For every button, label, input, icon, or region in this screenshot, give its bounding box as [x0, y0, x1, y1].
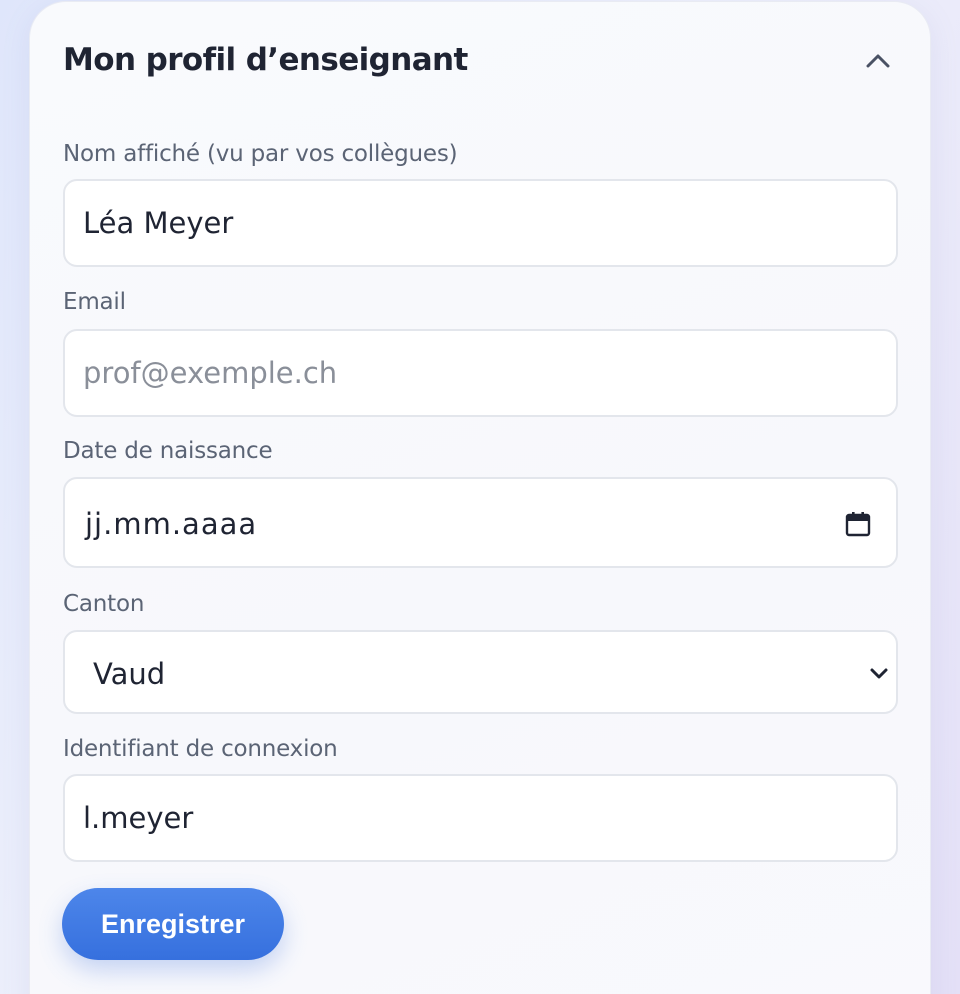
login-input[interactable] — [63, 774, 898, 862]
birthdate-group: Date de naissance jj.mm.aaaa — [63, 436, 898, 568]
email-group: Email — [63, 287, 898, 417]
login-label: Identifiant de connexion — [63, 736, 338, 762]
page-title: Mon profil d’enseignant — [63, 42, 468, 78]
login-group: Identifiant de connexion — [63, 734, 898, 862]
card-header[interactable]: Mon profil d’enseignant — [63, 38, 893, 82]
canton-select[interactable]: Vaud — [63, 630, 898, 714]
birthdate-label: Date de naissance — [63, 438, 273, 464]
display-name-input[interactable] — [63, 179, 898, 267]
email-label: Email — [63, 289, 126, 315]
chevron-up-icon[interactable] — [863, 46, 893, 76]
profile-card: Mon profil d’enseignant Nom affiché (vu … — [30, 2, 930, 994]
canton-label: Canton — [63, 591, 145, 617]
birthdate-placeholder: jj.mm.aaaa — [85, 507, 258, 541]
save-button[interactable]: Enregistrer — [62, 888, 284, 960]
canton-selected-value: Vaud — [93, 657, 166, 691]
canton-group: Canton Vaud — [63, 589, 898, 714]
chevron-down-icon[interactable] — [868, 664, 890, 684]
display-name-group: Nom affiché (vu par vos collègues) — [63, 139, 898, 267]
calendar-icon[interactable] — [844, 510, 872, 538]
display-name-label: Nom affiché (vu par vos collègues) — [63, 141, 458, 167]
birthdate-input[interactable]: jj.mm.aaaa — [63, 477, 898, 568]
email-input[interactable] — [63, 329, 898, 417]
